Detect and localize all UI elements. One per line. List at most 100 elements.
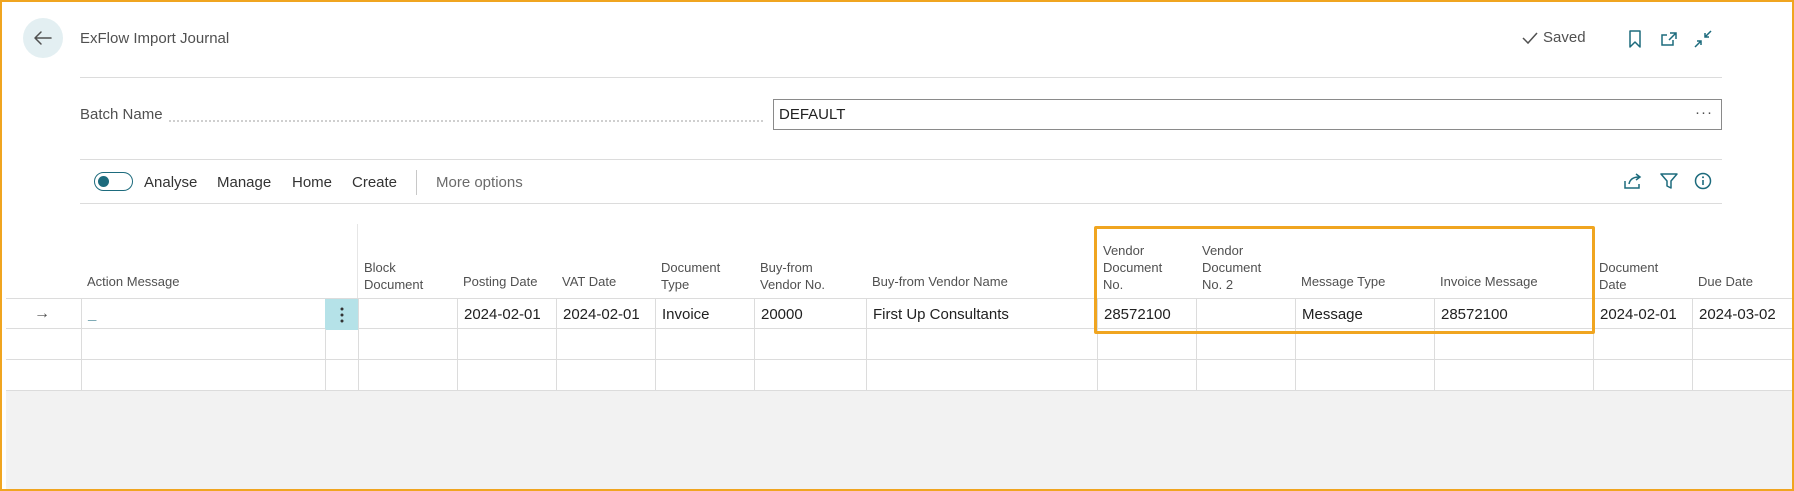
grid-empty-area	[6, 391, 1792, 489]
home-menu[interactable]: Home	[292, 174, 332, 191]
col-header-document-date[interactable]: Document Date	[1593, 259, 1658, 293]
cell-empty[interactable]	[556, 329, 655, 360]
collapse-button[interactable]	[1692, 28, 1714, 50]
cell-empty[interactable]	[358, 329, 457, 360]
cell-empty[interactable]	[655, 329, 754, 360]
col-header-line: Document	[1599, 260, 1659, 275]
cell-empty[interactable]	[556, 360, 655, 391]
cell-empty[interactable]	[1196, 360, 1295, 391]
open-new-window-button[interactable]	[1658, 28, 1680, 50]
cell-action-message[interactable]: _	[81, 299, 325, 330]
manage-menu[interactable]: Manage	[217, 174, 271, 191]
analyse-toggle[interactable]	[94, 172, 133, 191]
cell-buy-from-vendor-no[interactable]: 20000	[754, 299, 866, 330]
cell-empty[interactable]	[1692, 360, 1792, 391]
col-header-vendor-document-no[interactable]: Vendor Document No.	[1097, 242, 1162, 293]
cell-empty[interactable]	[754, 329, 866, 360]
col-header-line: Buy-from	[760, 260, 813, 275]
cell-vendor-document-no-2[interactable]	[1196, 299, 1295, 330]
cell-empty[interactable]	[866, 329, 1097, 360]
col-header-line: Date	[1599, 277, 1627, 292]
create-menu[interactable]: Create	[352, 174, 397, 191]
batch-divider	[80, 159, 1722, 160]
col-header-vendor-document-no-2[interactable]: Vendor Document No. 2	[1196, 242, 1261, 293]
bookmark-button[interactable]	[1624, 28, 1646, 50]
col-header-line: No. 2	[1202, 277, 1234, 292]
batch-name-lookup-button[interactable]: ···	[1695, 104, 1713, 121]
share-icon	[1624, 173, 1642, 189]
cell-buy-from-vendor-name[interactable]: First Up Consultants	[866, 299, 1097, 330]
cell-empty[interactable]	[1434, 329, 1593, 360]
col-header-invoice-message[interactable]: Invoice Message	[1434, 273, 1538, 290]
action-bar-divider	[80, 203, 1722, 204]
cell-posting-date[interactable]: 2024-02-01	[457, 299, 556, 330]
cell-empty[interactable]	[1295, 329, 1434, 360]
back-button[interactable]	[23, 18, 63, 58]
cell-document-type[interactable]: Invoice	[655, 299, 754, 330]
col-header-action-message[interactable]: Action Message	[81, 273, 180, 290]
info-icon	[1694, 172, 1712, 190]
cell-empty[interactable]	[754, 360, 866, 391]
col-header-line: Vendor	[1103, 243, 1145, 258]
window-frame: ExFlow Import Journal Saved Batch Name D…	[0, 0, 1794, 491]
cell-document-date[interactable]: 2024-02-01	[1593, 299, 1692, 330]
table-row[interactable]	[6, 329, 1792, 360]
col-header-document-type[interactable]: Document Type	[655, 259, 720, 293]
bookmark-icon	[1629, 30, 1641, 48]
cell-empty[interactable]	[457, 360, 556, 391]
cell-vendor-document-no[interactable]: 28572100	[1097, 299, 1196, 330]
more-options-button[interactable]: More options	[436, 174, 523, 191]
cell-empty[interactable]	[1593, 360, 1692, 391]
batch-name-input[interactable]: DEFAULT ···	[773, 99, 1722, 130]
cell-empty[interactable]	[866, 360, 1097, 391]
cell-vat-date[interactable]: 2024-02-01	[556, 299, 655, 330]
cell-empty[interactable]	[1692, 329, 1792, 360]
analyse-label[interactable]: Analyse	[144, 174, 197, 191]
cell-empty[interactable]	[1097, 360, 1196, 391]
row-indicator-arrow-icon: →	[34, 305, 50, 322]
col-header-vat-date[interactable]: VAT Date	[556, 273, 616, 290]
cell-block-document[interactable]	[358, 299, 457, 330]
page-title: ExFlow Import Journal	[80, 30, 230, 47]
saved-status: Saved	[1522, 29, 1586, 46]
cell-empty[interactable]	[1097, 329, 1196, 360]
batch-name-value: DEFAULT	[779, 106, 846, 123]
col-header-block-document[interactable]: Block Document	[358, 259, 423, 293]
cell-empty	[325, 360, 358, 391]
col-header-message-type[interactable]: Message Type	[1295, 273, 1385, 290]
cell-empty	[325, 329, 358, 360]
cell-empty[interactable]	[81, 360, 325, 391]
col-header-buy-from-vendor-name[interactable]: Buy-from Vendor Name	[866, 273, 1008, 290]
share-button[interactable]	[1622, 170, 1644, 192]
cell-due-date[interactable]: 2024-03-02	[1692, 299, 1792, 330]
col-header-posting-date[interactable]: Posting Date	[457, 273, 537, 290]
cell-invoice-message[interactable]: 28572100	[1434, 299, 1593, 330]
col-header-buy-from-vendor-no[interactable]: Buy-from Vendor No.	[754, 259, 825, 293]
cell-message-type[interactable]: Message	[1295, 299, 1434, 330]
table-row[interactable]	[6, 360, 1792, 391]
cell-empty[interactable]	[655, 360, 754, 391]
action-message-value: _	[88, 306, 97, 323]
cell-empty[interactable]	[358, 360, 457, 391]
cell-empty[interactable]	[1196, 329, 1295, 360]
checkmark-icon	[1522, 31, 1538, 44]
vertical-dots-icon	[340, 307, 343, 322]
batch-name-label: Batch Name	[80, 106, 169, 123]
col-header-line: Vendor No.	[760, 277, 826, 292]
table-row[interactable]: → _ 2024-02-01 2024-02-01 Invoice 20000 …	[6, 298, 1792, 330]
col-header-line: Vendor	[1202, 243, 1244, 258]
arrow-left-icon	[34, 31, 52, 45]
col-header-line: Document	[1202, 260, 1262, 275]
toggle-knob	[98, 176, 109, 187]
cell-empty[interactable]	[1295, 360, 1434, 391]
filter-button[interactable]	[1658, 170, 1680, 192]
row-actions-button[interactable]	[325, 299, 358, 330]
col-header-due-date[interactable]: Due Date	[1692, 273, 1753, 290]
cell-empty[interactable]	[81, 329, 325, 360]
filter-icon	[1660, 173, 1678, 189]
cell-empty[interactable]	[1593, 329, 1692, 360]
cell-empty[interactable]	[457, 329, 556, 360]
cell-empty[interactable]	[1434, 360, 1593, 391]
info-button[interactable]	[1692, 170, 1714, 192]
open-in-new-icon	[1661, 32, 1677, 46]
